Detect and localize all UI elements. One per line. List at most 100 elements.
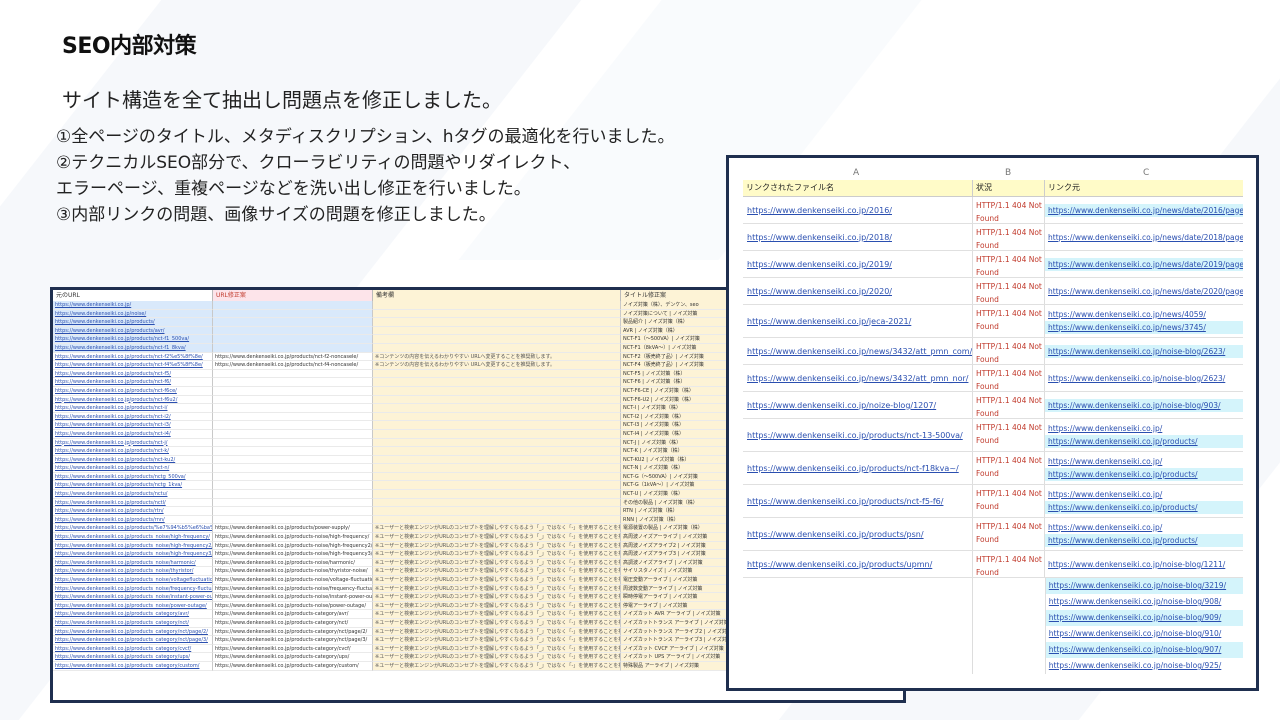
linked-file-link[interactable]: https://www.denkenseiki.co.jp/news/3432/… [743,365,973,391]
original-url-link[interactable]: https://www.denkenseiki.co.jp/products/r… [53,507,213,516]
status-cell: HTTP/1.1 404 Not Found [973,251,1045,277]
original-url-link[interactable]: https://www.denkenseiki.co.jp/products/n… [53,472,213,482]
original-url-link[interactable]: https://www.denkenseiki.co.jp/products_n… [53,541,213,551]
original-url-link[interactable]: https://www.denkenseiki.co.jp/products/n… [53,490,213,499]
status-cell: HTTP/1.1 404 Not Found [973,338,1045,364]
original-url-link[interactable]: https://www.denkenseiki.co.jp/products_n… [53,576,213,585]
linked-file-link[interactable]: https://www.denkenseiki.co.jp/2016/ [743,197,973,223]
link-source-link[interactable]: https://www.denkenseiki.co.jp/noise-blog… [1045,558,1243,571]
link-source-link[interactable]: https://www.denkenseiki.co.jp/noise-blog… [1045,578,1243,594]
original-url-link[interactable]: https://www.denkenseiki.co.jp/products/n… [53,498,213,508]
linked-file-link[interactable]: https://www.denkenseiki.co.jp/noize-blog… [743,392,973,418]
link-source-link[interactable]: https://www.denkenseiki.co.jp/noise-blog… [1045,610,1243,626]
original-url-link[interactable]: https://www.denkenseiki.co.jp/products/n… [53,404,213,413]
link-source-link[interactable]: https://www.denkenseiki.co.jp/noise-blog… [1046,658,1243,674]
point-1: ①全ページのタイトル、メタディスクリプション、hタグの最適化を行いました。 [56,127,675,147]
link-source-link[interactable]: https://www.denkenseiki.co.jp/noise-blog… [1046,594,1243,610]
status-cell: HTTP/1.1 404 Not Found [973,518,1045,550]
original-url-link[interactable]: https://www.denkenseiki.co.jp/products/n… [53,352,213,362]
original-url-link[interactable]: https://www.denkenseiki.co.jp/products_n… [53,550,213,559]
table-row: https://www.denkenseiki.co.jp/2020/HTTP/… [743,278,1243,305]
note-cell: ※ユーザーと検索エンジンがURLのコンセプトを理解しやすくなるよう「_」ではなく… [373,627,621,637]
original-url-link[interactable]: https://www.denkenseiki.co.jp/products/n… [53,343,213,353]
original-url-link[interactable]: https://www.denkenseiki.co.jp/products_n… [53,593,213,602]
link-source-link[interactable]: https://www.denkenseiki.co.jp/news/date/… [1045,257,1243,271]
original-url-link[interactable]: https://www.denkenseiki.co.jp/products/n… [53,421,213,430]
link-source-link[interactable]: https://www.denkenseiki.co.jp/products/ [1045,534,1243,547]
original-url-link[interactable]: https://www.denkenseiki.co.jp/products/n… [53,447,213,456]
original-url-link[interactable]: https://www.denkenseiki.co.jp/products/n… [53,429,213,439]
original-url-link[interactable]: https://www.denkenseiki.co.jp/noise/ [53,309,213,319]
original-url-link[interactable]: https://www.denkenseiki.co.jp/products/r… [53,515,213,525]
original-url-link[interactable]: https://www.denkenseiki.co.jp/products_c… [53,636,213,645]
link-source-link[interactable]: https://www.denkenseiki.co.jp/noise-blog… [1046,626,1243,642]
original-url-link[interactable]: https://www.denkenseiki.co.jp/products/n… [53,335,213,344]
link-source-link[interactable]: https://www.denkenseiki.co.jp/noise-blog… [1045,372,1243,385]
original-url-link[interactable]: https://www.denkenseiki.co.jp/products/n… [53,378,213,387]
link-source-link[interactable]: https://www.denkenseiki.co.jp/ [1045,521,1243,534]
point-3: エラーページ、重複ページなどを洗い出し修正を行いました。 [56,179,531,199]
link-source-link[interactable]: https://www.denkenseiki.co.jp/news/date/… [1045,203,1243,217]
linked-file-link[interactable]: https://www.denkenseiki.co.jp/2018/ [743,224,973,250]
link-source-link[interactable]: https://www.denkenseiki.co.jp/noise-blog… [1045,398,1243,412]
original-url-link[interactable]: https://www.denkenseiki.co.jp/products/n… [53,412,213,422]
link-source-link[interactable]: https://www.denkenseiki.co.jp/ [1045,488,1243,501]
original-url-link[interactable]: https://www.denkenseiki.co.jp/products_c… [53,618,213,628]
original-url-link[interactable]: https://www.denkenseiki.co.jp/products_c… [53,644,213,654]
original-url-link[interactable]: https://www.denkenseiki.co.jp/products/n… [53,386,213,396]
original-url-link[interactable]: https://www.denkenseiki.co.jp/products/n… [53,369,213,379]
column-letters: A B C [743,168,1243,180]
original-url-link[interactable]: https://www.denkenseiki.co.jp/products/n… [53,438,213,448]
linked-file-link[interactable]: https://www.denkenseiki.co.jp/2020/ [743,278,973,304]
original-url-link[interactable]: https://www.denkenseiki.co.jp/products/ [53,318,213,327]
original-url-link[interactable]: https://www.denkenseiki.co.jp/products/n… [53,361,213,370]
url-fix-cell [213,515,373,525]
linked-file-link[interactable]: https://www.denkenseiki.co.jp/2019/ [743,251,973,277]
original-url-link[interactable]: https://www.denkenseiki.co.jp/products_n… [53,533,213,542]
linked-file-link[interactable]: https://www.denkenseiki.co.jp/products/n… [743,419,973,451]
link-source-link[interactable]: https://www.denkenseiki.co.jp/ [1045,422,1243,435]
table-row: https://www.denkenseiki.co.jp/products/p… [743,518,1243,551]
link-source-link[interactable]: https://www.denkenseiki.co.jp/news/date/… [1045,285,1243,298]
original-url-link[interactable]: https://www.denkenseiki.co.jp/ [53,301,213,310]
original-url-link[interactable]: https://www.denkenseiki.co.jp/products_n… [53,567,213,576]
table-header-row: リンクされたファイル名 状況 リンク元 [743,180,1243,197]
linked-file-link[interactable]: https://www.denkenseiki.co.jp/news/3432/… [743,338,973,364]
link-source-link[interactable]: https://www.denkenseiki.co.jp/products/ [1045,468,1243,481]
original-url-link[interactable]: https://www.denkenseiki.co.jp/products_c… [53,661,213,671]
link-source-link[interactable]: https://www.denkenseiki.co.jp/noise-blog… [1045,344,1243,358]
link-source-link[interactable]: https://www.denkenseiki.co.jp/ [1045,455,1243,468]
original-url-link[interactable]: https://www.denkenseiki.co.jp/products/n… [53,455,213,465]
link-source-link[interactable]: https://www.denkenseiki.co.jp/products/ [1045,501,1243,514]
link-source-link[interactable]: https://www.denkenseiki.co.jp/news/4059/ [1045,308,1243,321]
link-source-cell: https://www.denkenseiki.co.jp/news/date/… [1045,224,1243,250]
original-url-link[interactable]: https://www.denkenseiki.co.jp/products/n… [53,481,213,491]
original-url-link[interactable]: https://www.denkenseiki.co.jp/products/a… [53,326,213,336]
url-fix-cell [213,412,373,422]
original-url-link[interactable]: https://www.denkenseiki.co.jp/products/%… [53,524,213,534]
header-notes: 備考欄 [373,290,621,301]
original-url-link[interactable]: https://www.denkenseiki.co.jp/products_n… [53,558,213,568]
original-url-link[interactable]: https://www.denkenseiki.co.jp/products_c… [53,653,213,662]
url-fix-cell [213,395,373,405]
original-url-link[interactable]: https://www.denkenseiki.co.jp/products_n… [53,601,213,611]
column-letter-b: B [1005,168,1012,178]
linked-file-link[interactable]: https://www.denkenseiki.co.jp/products/n… [743,485,973,517]
linked-file-link[interactable]: https://www.denkenseiki.co.jp/products/n… [743,452,973,484]
original-url-link[interactable]: https://www.denkenseiki.co.jp/products/n… [53,395,213,405]
link-source-link[interactable]: https://www.denkenseiki.co.jp/noise-blog… [1045,642,1243,658]
link-source-cell: https://www.denkenseiki.co.jp/news/date/… [1045,251,1243,277]
url-fix-cell: https://www.denkenseiki.co.jp/products/n… [213,361,373,370]
original-url-link[interactable]: https://www.denkenseiki.co.jp/products_c… [53,610,213,619]
link-source-link[interactable]: https://www.denkenseiki.co.jp/news/3745/ [1045,321,1243,334]
note-cell: ※ユーザーと検索エンジンがURLのコンセプトを理解しやすくなるよう「_」ではなく… [373,618,621,628]
link-source-link[interactable]: https://www.denkenseiki.co.jp/news/date/… [1045,231,1243,244]
original-url-link[interactable]: https://www.denkenseiki.co.jp/products_c… [53,627,213,637]
original-url-link[interactable]: https://www.denkenseiki.co.jp/products_n… [53,584,213,594]
linked-file-link[interactable]: https://www.denkenseiki.co.jp/jeca-2021/ [743,305,973,337]
original-url-link[interactable]: https://www.denkenseiki.co.jp/products/n… [53,464,213,473]
linked-file-link[interactable]: https://www.denkenseiki.co.jp/products/p… [743,518,973,550]
linked-file-link[interactable]: https://www.denkenseiki.co.jp/products/u… [743,551,973,577]
link-source-link[interactable]: https://www.denkenseiki.co.jp/products/ [1045,435,1243,448]
point-4: ③内部リンクの問題、画像サイズの問題を修正しました。 [56,205,496,225]
